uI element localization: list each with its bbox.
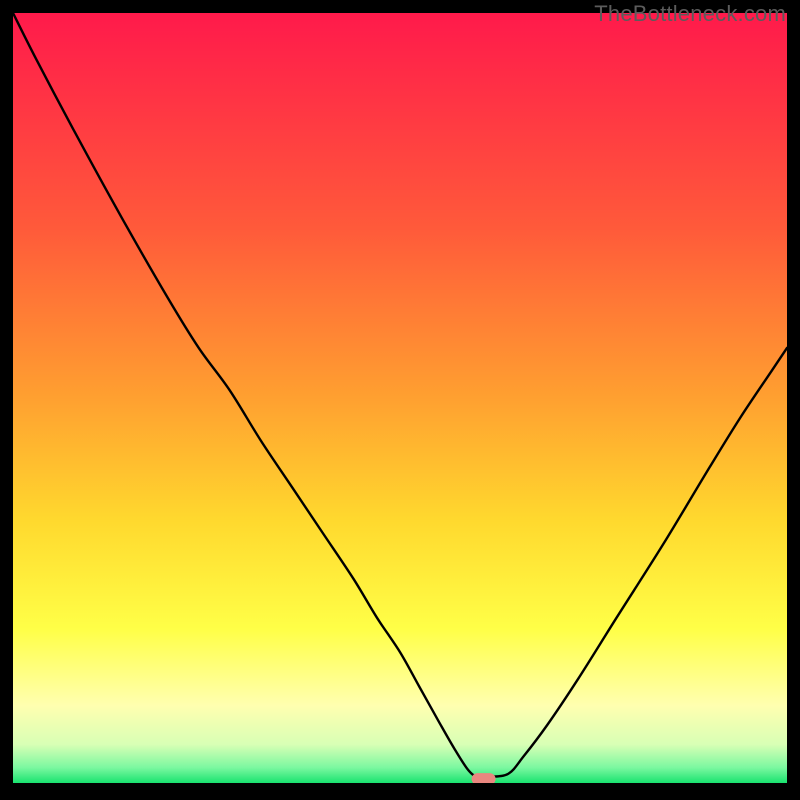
chart-stage: TheBottleneck.com [0, 0, 800, 800]
watermark-text: TheBottleneck.com [594, 1, 786, 27]
bottleneck-chart [13, 13, 787, 783]
gradient-background [13, 13, 787, 783]
minimum-marker [472, 773, 496, 783]
plot-area [13, 13, 787, 783]
